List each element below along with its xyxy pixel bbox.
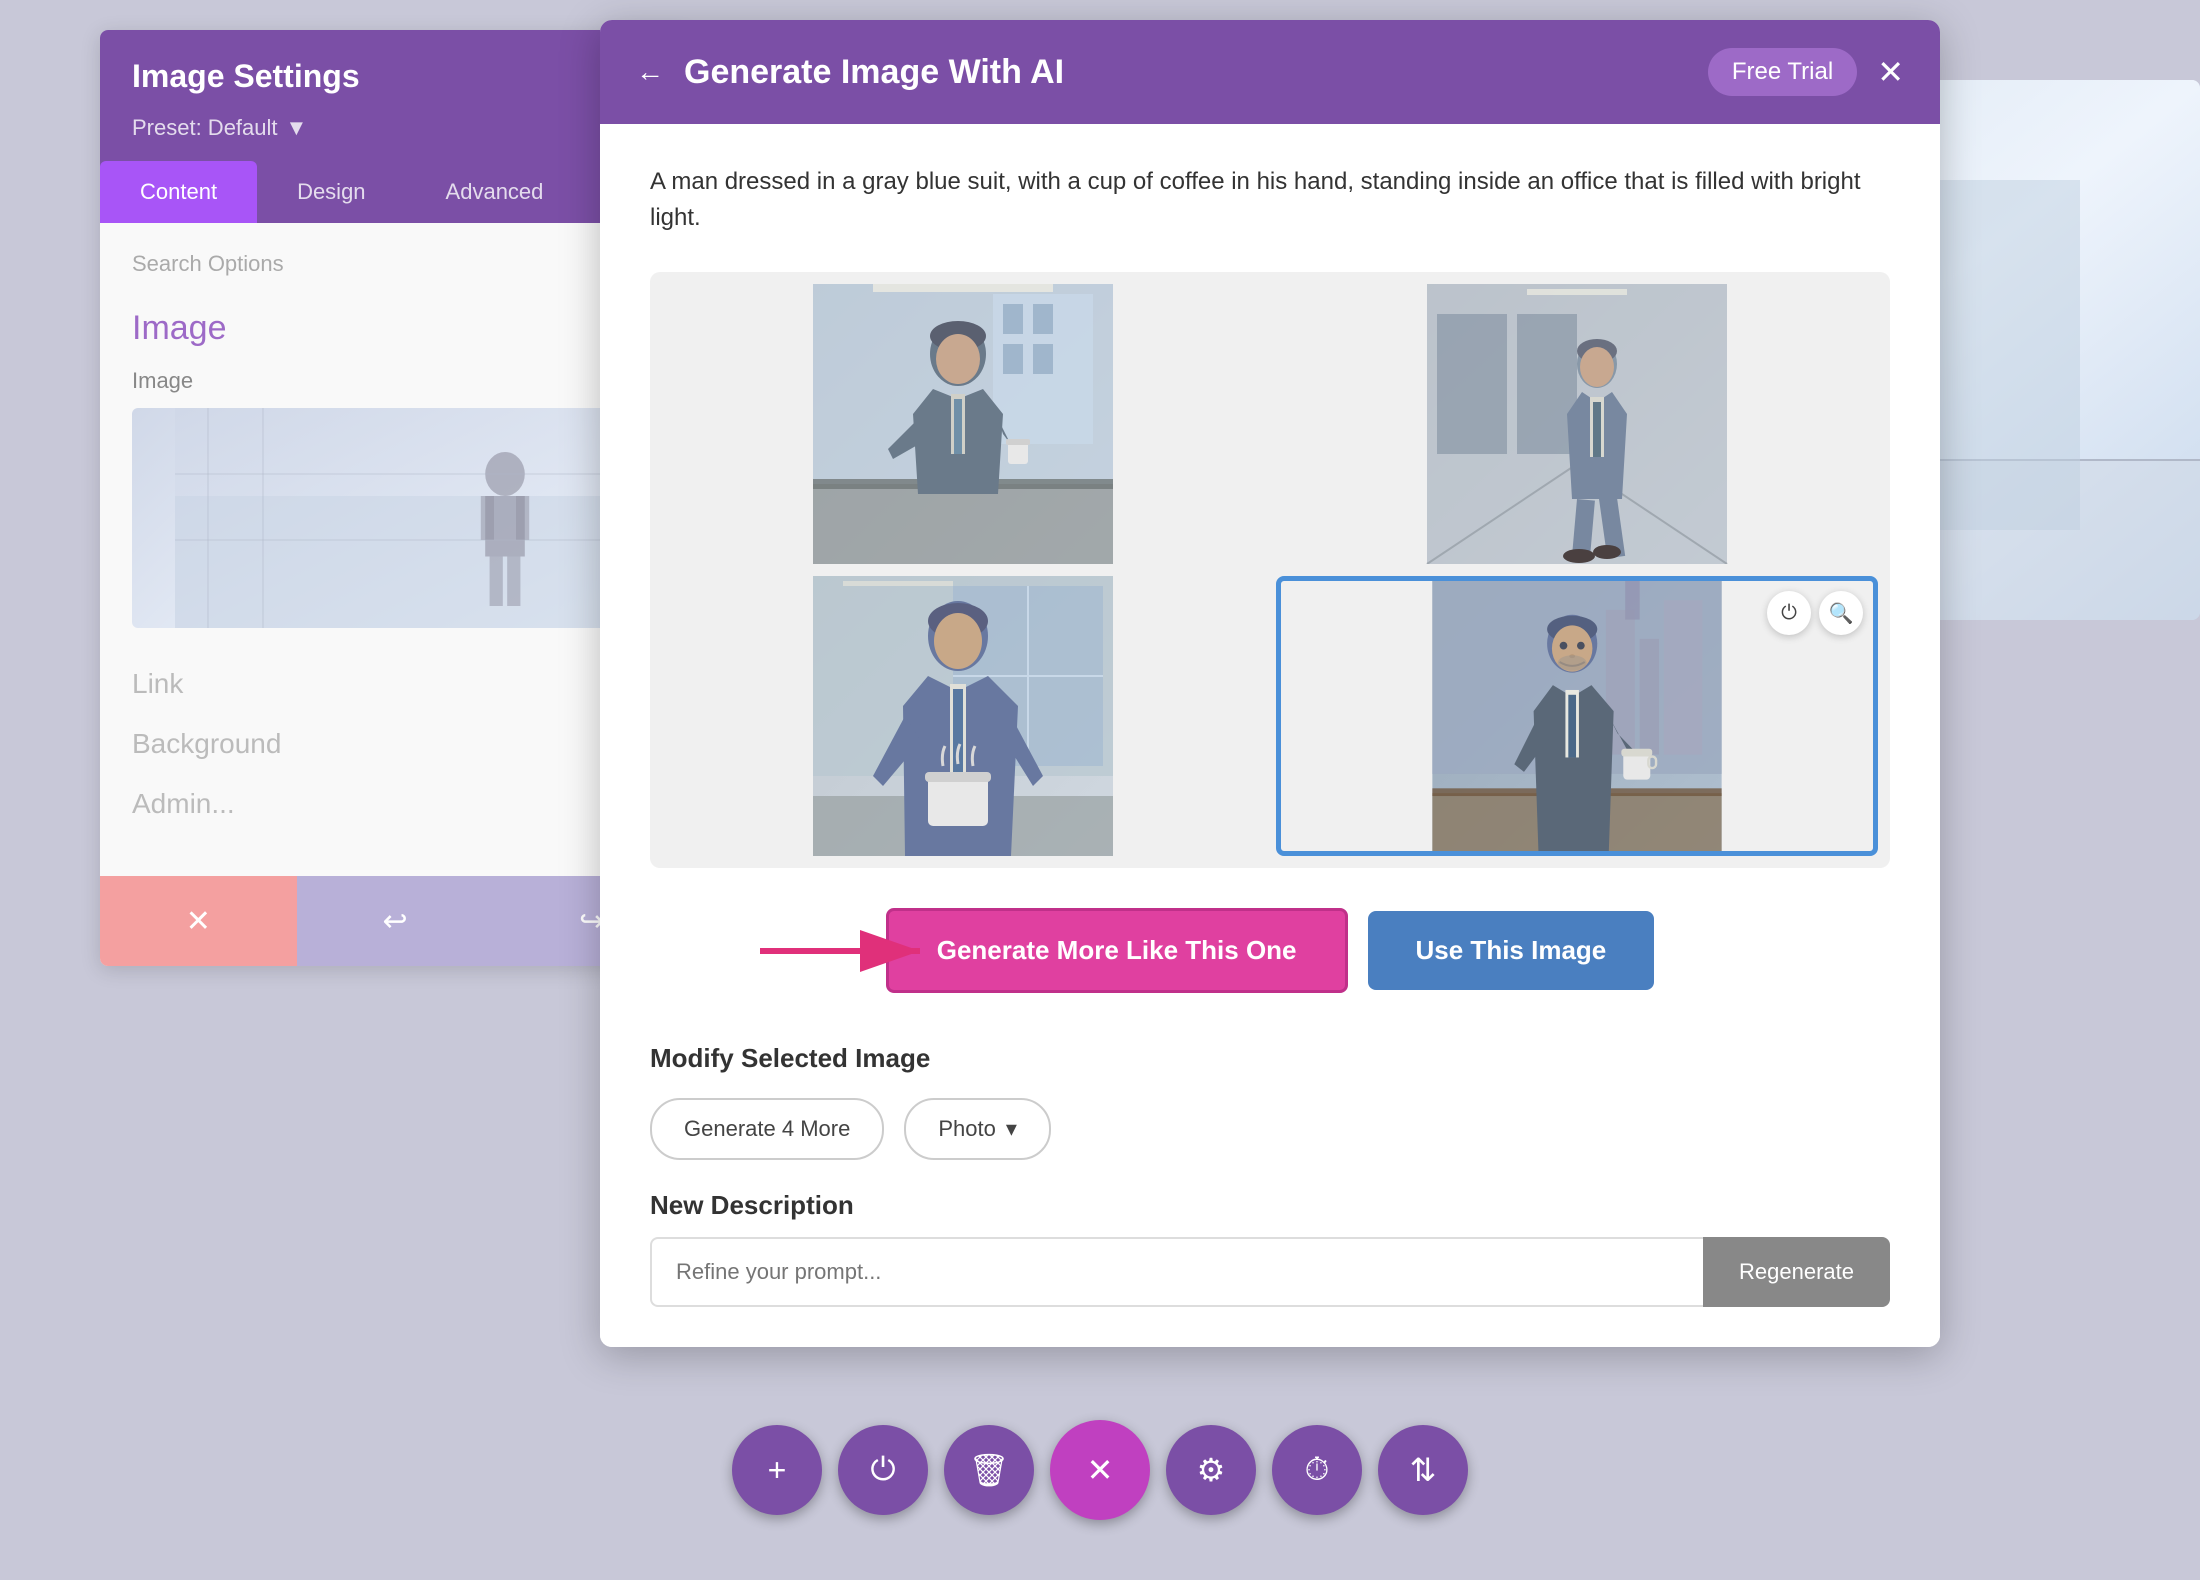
delete-button[interactable]: 🗑 — [944, 1425, 1034, 1515]
background-label: Background — [132, 728, 658, 760]
tab-advanced[interactable]: Advanced — [406, 161, 584, 223]
chevron-down-icon: ▼ — [286, 115, 308, 141]
panel-title: Image Settings — [132, 58, 360, 95]
preset-label: Preset: Default — [132, 115, 278, 141]
modify-section: Modify Selected Image Generate 4 More Ph… — [650, 1043, 1890, 1160]
power-button[interactable]: ⏻ — [838, 1425, 928, 1515]
sort-button[interactable]: ⇅ — [1378, 1425, 1468, 1515]
chevron-down-icon: ▾ — [1006, 1116, 1017, 1142]
grid-image-4[interactable]: ⏻ 🔍 — [1276, 576, 1878, 856]
close-button[interactable]: ✕ — [1877, 53, 1904, 91]
modal-title: Generate Image With AI — [684, 53, 1064, 92]
modal-header: ← Generate Image With AI Free Trial ✕ — [600, 20, 1940, 124]
modal-body: A man dressed in a gray blue suit, with … — [600, 124, 1940, 1347]
free-trial-badge[interactable]: Free Trial — [1708, 48, 1857, 96]
arrow-indicator — [750, 921, 950, 981]
close-toolbar-button[interactable]: ✕ — [1050, 1420, 1150, 1520]
admin-label: Admin... — [132, 788, 658, 820]
action-buttons-row: Generate More Like This One Use This Ima… — [650, 908, 1890, 993]
modal-header-left: ← Generate Image With AI — [636, 53, 1064, 92]
modal-header-right: Free Trial ✕ — [1708, 48, 1904, 96]
grid-image-1[interactable] — [662, 284, 1264, 564]
bottom-toolbar: + ⏻ 🗑 ✕ ⚙ ⏱ ⇅ — [732, 1420, 1468, 1520]
image-section-title: Image — [132, 309, 658, 348]
link-label: Link — [132, 668, 658, 700]
selected-image-overlay: ⏻ 🔍 — [1767, 591, 1863, 635]
tab-design[interactable]: Design — [257, 161, 405, 223]
image-grid: ⏻ 🔍 — [650, 272, 1890, 868]
generate-4more-button[interactable]: Generate 4 More — [650, 1098, 884, 1160]
photo-style-select[interactable]: Photo ▾ — [904, 1098, 1051, 1160]
power-overlay-button[interactable]: ⏻ — [1767, 591, 1811, 635]
image-label: Image — [132, 368, 658, 394]
tab-content[interactable]: Content — [100, 161, 257, 223]
search-overlay-button[interactable]: 🔍 — [1819, 591, 1863, 635]
modify-controls: Generate 4 More Photo ▾ — [650, 1098, 1890, 1160]
cancel-button[interactable]: ✕ — [100, 876, 297, 966]
ai-modal: ← Generate Image With AI Free Trial ✕ A … — [600, 20, 1940, 1347]
add-button[interactable]: + — [732, 1425, 822, 1515]
grid-image-2[interactable] — [1276, 284, 1878, 564]
prompt-description: A man dressed in a gray blue suit, with … — [650, 164, 1890, 236]
use-this-image-button[interactable]: Use This Image — [1368, 911, 1655, 990]
new-description-title: New Description — [650, 1190, 1890, 1221]
back-icon[interactable]: ← — [636, 56, 664, 88]
undo-button[interactable]: ↩ — [297, 876, 494, 966]
history-button[interactable]: ⏱ — [1272, 1425, 1362, 1515]
description-input-row: Regenerate — [650, 1237, 1890, 1307]
new-description-section: New Description Regenerate — [650, 1190, 1890, 1307]
search-options-label[interactable]: Search Options — [132, 251, 658, 277]
grid-image-3[interactable] — [662, 576, 1264, 856]
description-input[interactable] — [650, 1237, 1703, 1307]
generate-more-button[interactable]: Generate More Like This One — [886, 908, 1348, 993]
settings-button[interactable]: ⚙ — [1166, 1425, 1256, 1515]
regenerate-button[interactable]: Regenerate — [1703, 1237, 1890, 1307]
image-preview — [132, 408, 658, 628]
modify-title: Modify Selected Image — [650, 1043, 1890, 1074]
